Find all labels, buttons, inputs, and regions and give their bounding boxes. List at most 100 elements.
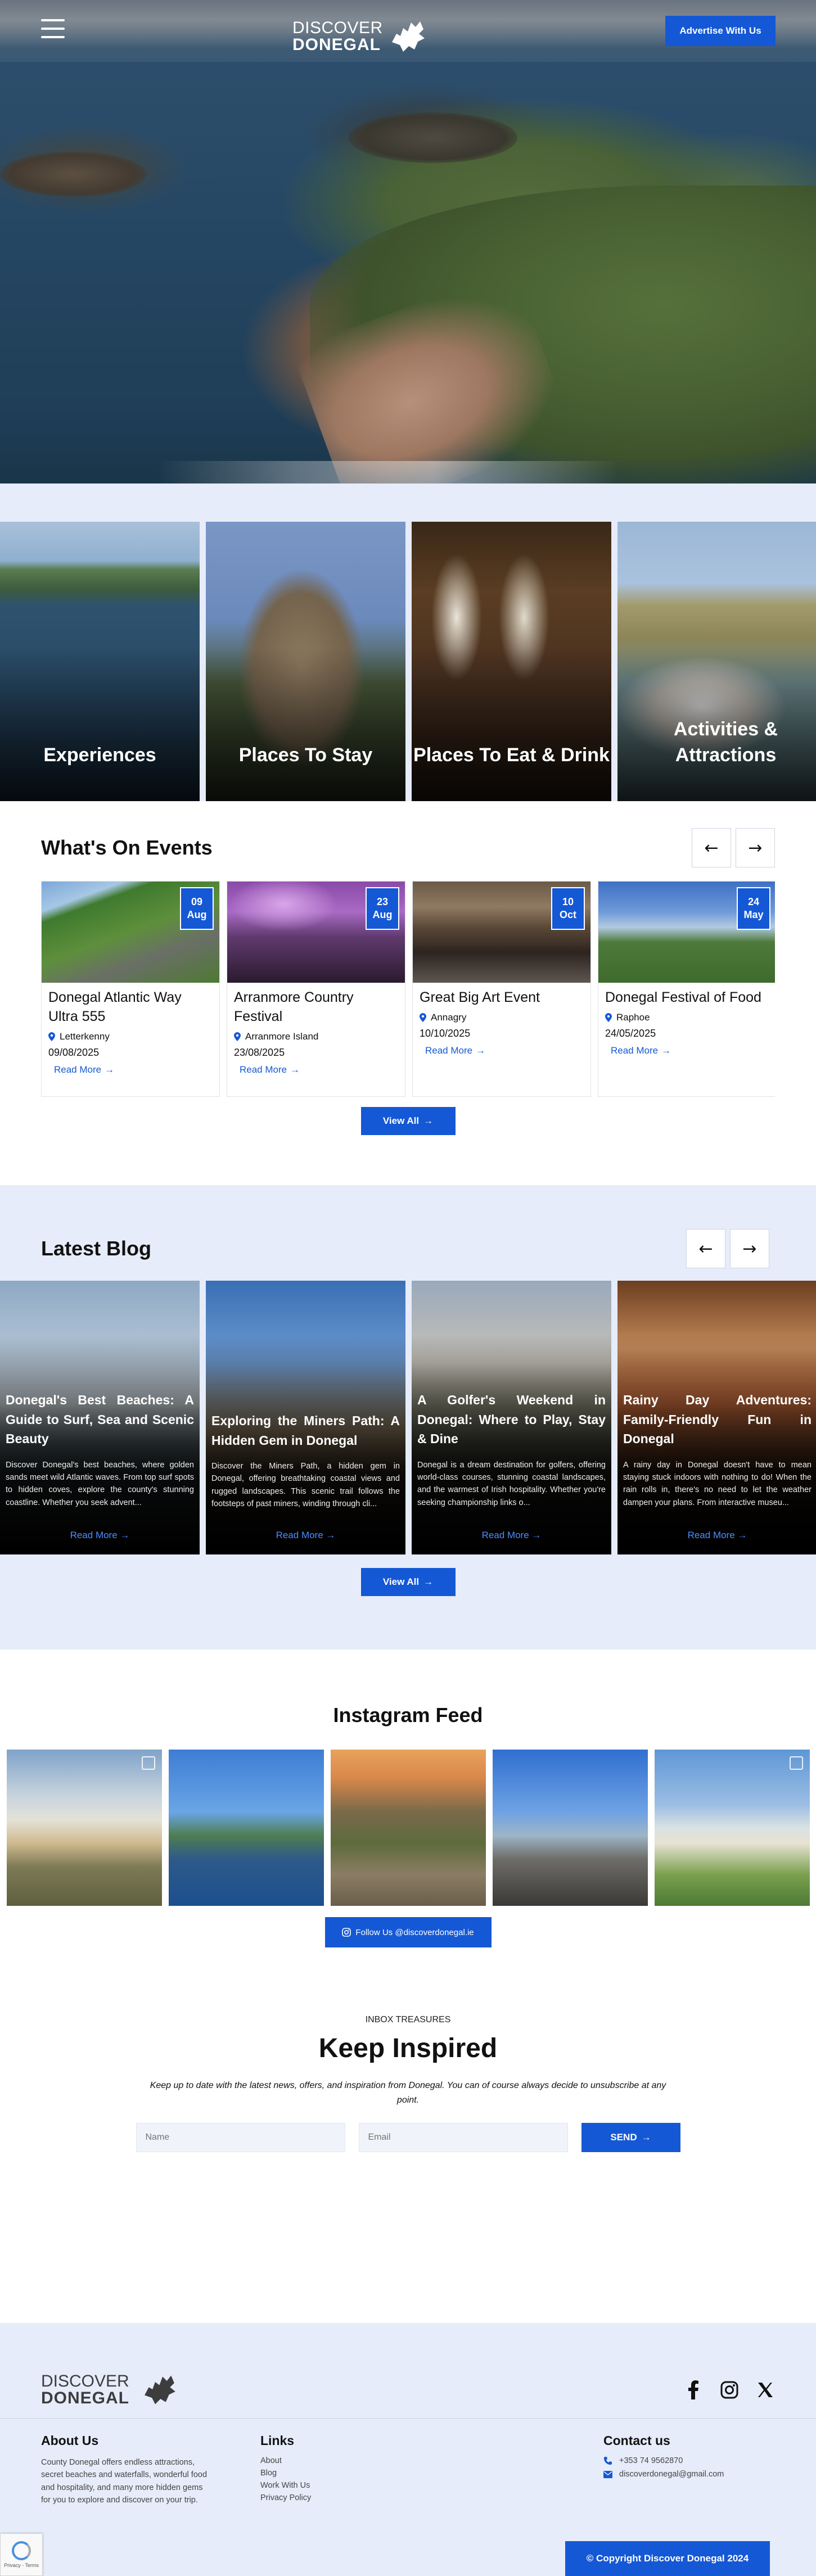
contact-email[interactable]: discoverdonegal@gmail.com [603,2470,724,2479]
event-month: Aug [187,909,207,920]
blog-view-all-button[interactable]: View All → [360,1568,456,1596]
blog-post-excerpt: A rainy day in Donegal doesn't have to m… [623,1460,812,1507]
read-more-link[interactable]: Read More → [0,1530,200,1541]
newsletter-section: INBOX TREASURES Keep Inspired Keep up to… [0,2015,816,2323]
name-field[interactable] [136,2123,345,2153]
events-view-all-button[interactable]: View All → [360,1107,456,1135]
instagram-post[interactable] [492,1750,648,1906]
read-more-link[interactable]: Read More → [54,1064,213,1075]
event-location-text: Annagry [431,1011,467,1023]
event-month: May [743,909,764,920]
x-twitter-icon[interactable] [756,2380,775,2399]
read-more-link[interactable]: Read More → [611,1045,769,1056]
instagram-follow-button[interactable]: Follow Us @discoverdonegal.ie [324,1917,492,1947]
links-list: About Blog Work With Us Privacy Policy [260,2456,603,2502]
logo-text: DISCOVER DONEGAL [41,2372,129,2407]
blog-card[interactable]: Donegal's Best Beaches: A Guide to Surf,… [0,1281,200,1554]
follow-label: Follow Us @discoverdonegal.ie [355,1927,474,1937]
event-image: 24 May [598,882,775,983]
logo-line2: DONEGAL [292,35,381,54]
phone-text: +353 74 9562870 [619,2456,683,2465]
about-title: About Us [41,2433,99,2448]
email-text: discoverdonegal@gmail.com [619,2470,724,2479]
location-pin-icon [605,1013,612,1022]
instagram-post[interactable] [168,1750,324,1906]
read-more-label: Read More [687,1530,735,1540]
arrow-right-icon[interactable]: → [730,1229,769,1268]
menu-bar [41,28,65,30]
arrow-right-icon: → [531,1530,542,1540]
newsletter-description: Keep up to date with the latest news, of… [150,2081,666,2105]
event-card[interactable]: 23 Aug Arranmore Country Festival Arranm… [227,881,405,1097]
hero-section: DISCOVER DONEGAL Advertise With Us [0,0,816,483]
blog-card[interactable]: Rainy Day Adventures: Family-Friendly Fu… [617,1281,816,1554]
read-more-link[interactable]: Read More → [617,1530,816,1541]
contact-phone[interactable]: +353 74 9562870 [603,2456,724,2465]
arrow-left-icon[interactable]: ← [692,828,731,867]
category-card-places-to-stay[interactable]: Places To Stay [206,522,405,801]
blog-post-excerpt: Donegal is a dream destination for golfe… [417,1460,606,1507]
event-date: 23/08/2025 [234,1046,285,1058]
send-button[interactable]: SEND → [581,2123,680,2153]
read-more-link[interactable]: Read More → [240,1064,398,1075]
links-title: Links [260,2433,295,2448]
contact-title: Contact us [603,2433,670,2448]
site-logo[interactable]: DISCOVER DONEGAL [292,17,429,56]
event-body: Great Big Art Event Annagry 10/10/2025 R… [413,983,590,1062]
footer-link-blog[interactable]: Blog [260,2469,277,2478]
arrow-right-icon: → [476,1045,486,1056]
category-label: Places To Stay [238,744,373,766]
footer-link-privacy-policy[interactable]: Privacy Policy [260,2493,311,2502]
instagram-icon[interactable] [720,2380,739,2399]
arrow-right-icon[interactable]: → [736,828,775,867]
recaptcha-badge[interactable]: Privacy - Terms [0,2533,43,2576]
arrow-left-icon[interactable]: ← [686,1229,725,1268]
instagram-post[interactable] [654,1750,810,1906]
category-list: Experiences Places To Stay Places To Eat… [0,522,816,801]
categories-section: Experiences Places To Stay Places To Eat… [0,483,816,801]
view-all-label: View All [382,1115,420,1126]
event-card[interactable]: 24 May Donegal Festival of Food Raphoe 2… [598,881,775,1097]
footer-link-about[interactable]: About [260,2456,282,2465]
instagram-post[interactable] [330,1750,486,1906]
event-card[interactable]: 09 Aug Donegal Atlantic Way Ultra 555 Le… [41,881,220,1097]
logo-line2: DONEGAL [41,2388,129,2407]
blog-post-title: Exploring the Miners Path: A Hidden Gem … [211,1413,400,1448]
blog-header: Latest Blog ← → [0,1229,816,1268]
location-pin-icon [234,1032,241,1041]
advertise-button[interactable]: Advertise With Us [665,16,776,46]
read-more-link[interactable]: Read More → [206,1530,405,1541]
event-location: Arranmore Island [234,1031,398,1042]
read-more-label: Read More [425,1045,473,1056]
blog-card[interactable]: A Golfer's Weekend in Donegal: Where to … [412,1281,611,1554]
footer-about: About Us County Donegal offers endless a… [41,2433,260,2507]
read-more-label: Read More [276,1530,323,1540]
arrow-right-icon: → [423,1576,434,1587]
footer-logo[interactable]: DISCOVER DONEGAL [41,2371,184,2408]
read-more-link[interactable]: Read More → [412,1530,611,1541]
blog-card[interactable]: Exploring the Miners Path: A Hidden Gem … [206,1281,405,1554]
blog-post-excerpt: Discover Donegal's best beaches, where g… [6,1460,194,1507]
footer-links: Links About Blog Work With Us Privacy Po… [260,2433,603,2507]
blog-carousel: Donegal's Best Beaches: A Guide to Surf,… [0,1281,816,1554]
email-field[interactable] [358,2123,568,2153]
menu-bar [41,36,65,38]
read-more-label: Read More [611,1045,659,1056]
event-date-badge: 10 Oct [551,887,585,930]
facebook-icon[interactable] [684,2380,703,2399]
blog-post-title: A Golfer's Weekend in Donegal: Where to … [417,1393,606,1446]
event-date-badge: 23 Aug [366,887,399,930]
category-card-places-to-eat[interactable]: Places To Eat & Drink [412,522,611,801]
event-card[interactable]: 10 Oct Great Big Art Event Annagry 10/10… [412,881,591,1097]
event-location: Annagry [420,1012,584,1023]
category-card-activities[interactable]: Activities & Attractions [617,522,816,801]
arrow-right-icon: → [661,1045,671,1056]
arrow-right-icon: → [290,1064,300,1075]
read-more-link[interactable]: Read More → [425,1045,584,1056]
footer-link-work-with-us[interactable]: Work With Us [260,2481,310,2490]
copyright-bar: © Copyright Discover Donegal 2024 [565,2541,770,2576]
category-card-experiences[interactable]: Experiences [0,522,200,801]
read-more-label: Read More [481,1530,529,1540]
instagram-post[interactable] [6,1750,162,1906]
hamburger-menu-icon[interactable] [41,19,65,38]
